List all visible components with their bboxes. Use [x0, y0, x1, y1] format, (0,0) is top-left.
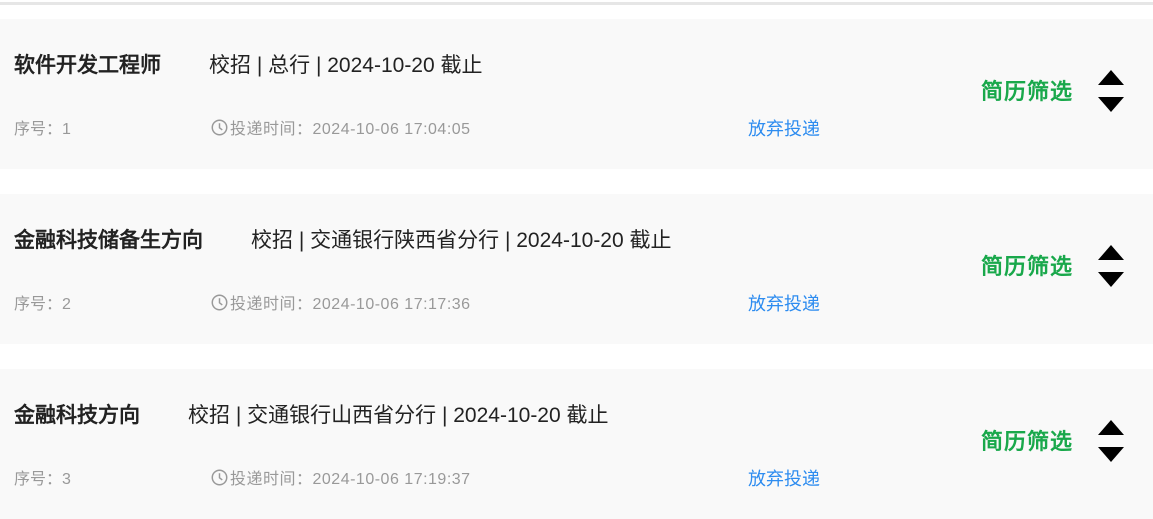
job-title: 软件开发工程师 — [14, 54, 161, 77]
clock-icon — [211, 469, 228, 485]
clock-icon — [211, 294, 228, 310]
expand-up-icon[interactable] — [1098, 70, 1124, 85]
expand-down-icon[interactable] — [1098, 272, 1124, 287]
sequence-number: 序号：1 — [14, 121, 71, 138]
job-title: 金融科技方向 — [14, 404, 140, 427]
status-label: 简历筛选 — [981, 254, 1074, 279]
expand-up-icon[interactable] — [1098, 420, 1124, 435]
status-label: 简历筛选 — [981, 79, 1074, 104]
submit-time-text: 投递时间：2024-10-06 17:17:36 — [230, 296, 471, 313]
top-divider — [0, 2, 1153, 5]
sequence-number: 序号：3 — [14, 471, 71, 488]
status-label: 简历筛选 — [981, 429, 1074, 454]
submit-time: 投递时间：2024-10-06 17:19:37 — [211, 465, 471, 489]
clock-icon — [211, 119, 228, 135]
job-detail: 校招 | 总行 | 2024-10-20 截止 — [209, 54, 483, 77]
withdraw-application-link[interactable]: 放弃投递 — [748, 115, 820, 141]
application-card: 金融科技储备生方向 校招 | 交通银行陕西省分行 | 2024-10-20 截止 … — [0, 194, 1153, 344]
application-card: 软件开发工程师 校招 | 总行 | 2024-10-20 截止 序号：1 投递时间… — [0, 19, 1153, 169]
withdraw-application-link[interactable]: 放弃投递 — [748, 465, 820, 491]
submit-time-text: 投递时间：2024-10-06 17:04:05 — [230, 121, 471, 138]
application-card: 金融科技方向 校招 | 交通银行山西省分行 | 2024-10-20 截止 序号：… — [0, 369, 1153, 519]
expand-down-icon[interactable] — [1098, 97, 1124, 112]
job-title: 金融科技储备生方向 — [14, 229, 203, 252]
withdraw-application-link[interactable]: 放弃投递 — [748, 290, 820, 316]
submit-time-text: 投递时间：2024-10-06 17:19:37 — [230, 471, 471, 488]
submit-time: 投递时间：2024-10-06 17:17:36 — [211, 290, 471, 314]
expand-down-icon[interactable] — [1098, 447, 1124, 462]
submit-time: 投递时间：2024-10-06 17:04:05 — [211, 115, 471, 139]
job-detail: 校招 | 交通银行山西省分行 | 2024-10-20 截止 — [188, 404, 609, 427]
expand-up-icon[interactable] — [1098, 245, 1124, 260]
job-detail: 校招 | 交通银行陕西省分行 | 2024-10-20 截止 — [251, 229, 672, 252]
sequence-number: 序号：2 — [14, 296, 71, 313]
